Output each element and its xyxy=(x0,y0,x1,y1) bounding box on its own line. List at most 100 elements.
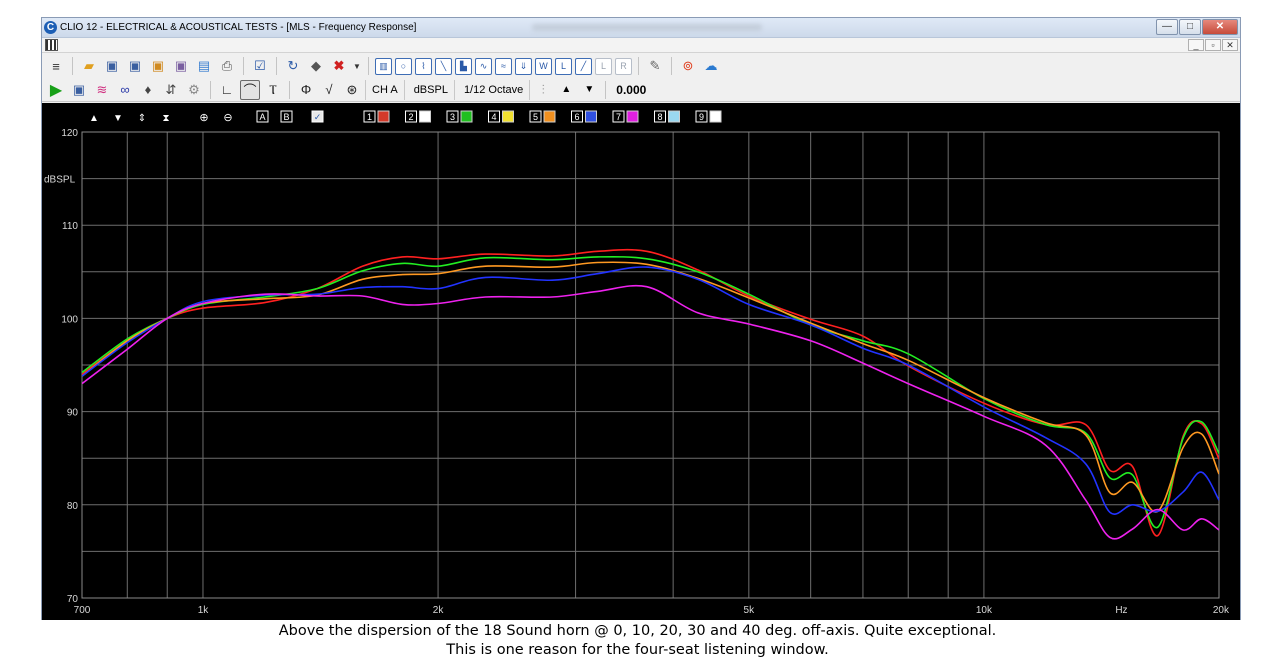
toolbar-separator xyxy=(243,57,244,75)
overlay-4-label: 4 xyxy=(491,112,496,122)
open-folder-icon[interactable]: ▰ xyxy=(79,56,99,76)
ruler-icon[interactable]: ✎ xyxy=(645,56,665,76)
phi-icon[interactable]: Φ xyxy=(296,80,316,100)
x-unit-label: Hz xyxy=(1115,605,1127,616)
print-icon[interactable]: ⎙ xyxy=(217,56,237,76)
compress-vertical-icon[interactable]: ⧗ xyxy=(162,113,169,124)
marker-a-label: A xyxy=(259,112,265,122)
target-icon[interactable]: ⊛ xyxy=(342,80,362,100)
checkbox-icon[interactable]: ☑ xyxy=(250,56,270,76)
overlay-5-swatch[interactable] xyxy=(543,110,556,123)
autosave-icon[interactable]: ▣ xyxy=(69,80,89,100)
close-button[interactable]: ✕ xyxy=(1202,19,1238,35)
overlay-1-swatch[interactable] xyxy=(377,110,390,123)
notes-icon[interactable]: ▤ xyxy=(194,56,214,76)
mdi-close-button[interactable]: ✕ xyxy=(1222,39,1238,51)
document-menu-icon[interactable] xyxy=(45,39,58,51)
title-bar[interactable]: C CLIO 12 - ELECTRICAL & ACOUSTICAL TEST… xyxy=(42,18,1240,38)
toolbar-separator xyxy=(289,80,290,99)
minimize-button[interactable]: — xyxy=(1156,19,1178,35)
circle-icon[interactable]: ○ xyxy=(395,57,412,75)
plot-canvas[interactable]: ▲ ▼ ⇕ ⧗ ⊕ ⊖ A B ✓ 1 2 3 4 5 6 7 8 9 70 80 90 100 110 120 dBSPL 70… xyxy=(42,103,1240,620)
diagonal-icon[interactable]: ╱ xyxy=(575,57,592,75)
refresh-icon[interactable]: ↻ xyxy=(283,56,303,76)
x-tick-label: 2k xyxy=(433,605,445,616)
wf-icon[interactable]: W xyxy=(535,57,552,75)
y-tick-label: 90 xyxy=(67,408,79,419)
zoom-out-icon[interactable]: ⊖ xyxy=(223,112,232,124)
overlay-6-label: 6 xyxy=(574,112,579,122)
smoothing-selector[interactable]: 1/12 Octave xyxy=(458,79,531,100)
overlay-1-label: 1 xyxy=(367,112,372,122)
delete-icon[interactable]: ✖ xyxy=(329,56,349,76)
down-arrow-icon[interactable]: ▼ xyxy=(579,80,599,100)
play-icon[interactable]: ▶ xyxy=(46,80,66,100)
overlay-9-label: 9 xyxy=(699,112,704,122)
save-as-icon[interactable]: ▣ xyxy=(125,56,145,76)
overlay-7-swatch[interactable] xyxy=(626,110,639,123)
histogram-icon[interactable]: ▙ xyxy=(455,57,472,75)
toolbar-separator xyxy=(72,57,73,75)
download-icon[interactable]: ⇓ xyxy=(515,57,532,75)
overlay-8-swatch[interactable] xyxy=(668,110,680,123)
mdi-restore-button[interactable]: ▫ xyxy=(1205,39,1221,51)
channel-selector[interactable]: CH A xyxy=(365,79,405,100)
response-curve-3 xyxy=(82,261,1219,513)
delete-dropdown-icon[interactable]: ▼ xyxy=(352,56,362,76)
overlay-2-swatch[interactable] xyxy=(419,110,431,123)
lr-icon[interactable]: L xyxy=(595,57,612,75)
leq-icon[interactable]: L xyxy=(555,57,572,75)
y-axis-label: dBSPL xyxy=(44,175,76,186)
overlay-9-swatch[interactable] xyxy=(709,110,722,123)
marker-up-icon[interactable]: ▲ xyxy=(89,113,99,124)
probe-icon[interactable]: ♦ xyxy=(138,80,158,100)
eraser-icon[interactable]: ◆ xyxy=(306,56,326,76)
response-curve-2 xyxy=(82,255,1219,529)
export-image-icon[interactable]: ▣ xyxy=(171,56,191,76)
bars-icon[interactable]: ▥ xyxy=(375,57,392,75)
waterfall-icon[interactable]: ≈ xyxy=(495,57,512,75)
overlay-3-swatch[interactable] xyxy=(460,110,473,123)
overlay-3-label: 3 xyxy=(450,112,455,122)
zoom-in-icon[interactable]: ⊕ xyxy=(199,112,208,124)
menu-bar: _ ▫ ✕ xyxy=(42,38,1240,53)
overlay-6-swatch[interactable] xyxy=(585,110,597,123)
measurement-toolbar: ▶ ▣ ≋ ∞ ♦ ⇵ ⚙ ∟ ⌒ Ⲧ Φ √ ⊛ CH A dBSPL 1/1… xyxy=(42,78,1240,102)
web-help-icon[interactable]: ☁ xyxy=(701,56,721,76)
rc-icon[interactable]: R xyxy=(615,57,632,75)
main-toolbar: ≡ ▰ ▣ ▣ ▣ ▣ ▤ ⎙ ☑ ↻ ◆ ✖ ▼ ▥ ○ ⌇ ╲ ▙ ∿ ≈ … xyxy=(42,54,1240,78)
phase-icon[interactable]: Ⲧ xyxy=(263,80,283,100)
toolbar-separator xyxy=(638,57,639,75)
caption-line-1: Above the dispersion of the 18 Sound hor… xyxy=(278,623,997,639)
help-lifebuoy-icon[interactable]: ⊚ xyxy=(678,56,698,76)
menu-lines-icon[interactable]: ≡ xyxy=(46,56,66,76)
overlay-7-label: 7 xyxy=(616,112,621,122)
expand-vertical-icon[interactable]: ⇕ xyxy=(138,113,146,124)
marker-down-icon[interactable]: ▼ xyxy=(113,113,123,124)
mdi-minimize-button[interactable]: _ xyxy=(1188,39,1204,51)
color-traces-icon[interactable]: ≋ xyxy=(92,80,112,100)
up-arrow-icon[interactable]: ▲ xyxy=(556,80,576,100)
loop-icon[interactable]: ∞ xyxy=(115,80,135,100)
overlay-4-swatch[interactable] xyxy=(502,110,514,123)
smooth-curve-icon[interactable]: ⌒ xyxy=(240,79,260,100)
expand-icon[interactable]: ⇵ xyxy=(161,80,181,100)
toolbar-separator xyxy=(368,57,369,75)
split-icon[interactable]: ⫶ xyxy=(533,80,553,100)
overlay-2-label: 2 xyxy=(408,112,413,122)
axis-icon[interactable]: ∟ xyxy=(217,80,237,100)
save-icon[interactable]: ▣ xyxy=(102,56,122,76)
unit-selector[interactable]: dBSPL xyxy=(408,79,455,100)
window-title: CLIO 12 - ELECTRICAL & ACOUSTICAL TESTS … xyxy=(60,22,417,33)
caption-line-2: This is one reason for the four-seat lis… xyxy=(446,642,829,658)
sqrt-icon[interactable]: √ xyxy=(319,80,339,100)
frequency-response-plot[interactable]: ▲ ▼ ⇕ ⧗ ⊕ ⊖ A B ✓ 1 2 3 4 5 6 7 8 9 70 80 90 100 110 120 dBSPL 70… xyxy=(42,103,1240,620)
sine-icon[interactable]: ∿ xyxy=(475,57,492,75)
y-tick-label: 110 xyxy=(62,221,78,232)
export-icon[interactable]: ▣ xyxy=(148,56,168,76)
maximize-button[interactable]: □ xyxy=(1179,19,1201,35)
settings-icon[interactable]: ⚙ xyxy=(184,80,204,100)
toolbar-separator xyxy=(276,57,277,75)
slope-icon[interactable]: ╲ xyxy=(435,57,452,75)
impulse-icon[interactable]: ⌇ xyxy=(415,57,432,75)
